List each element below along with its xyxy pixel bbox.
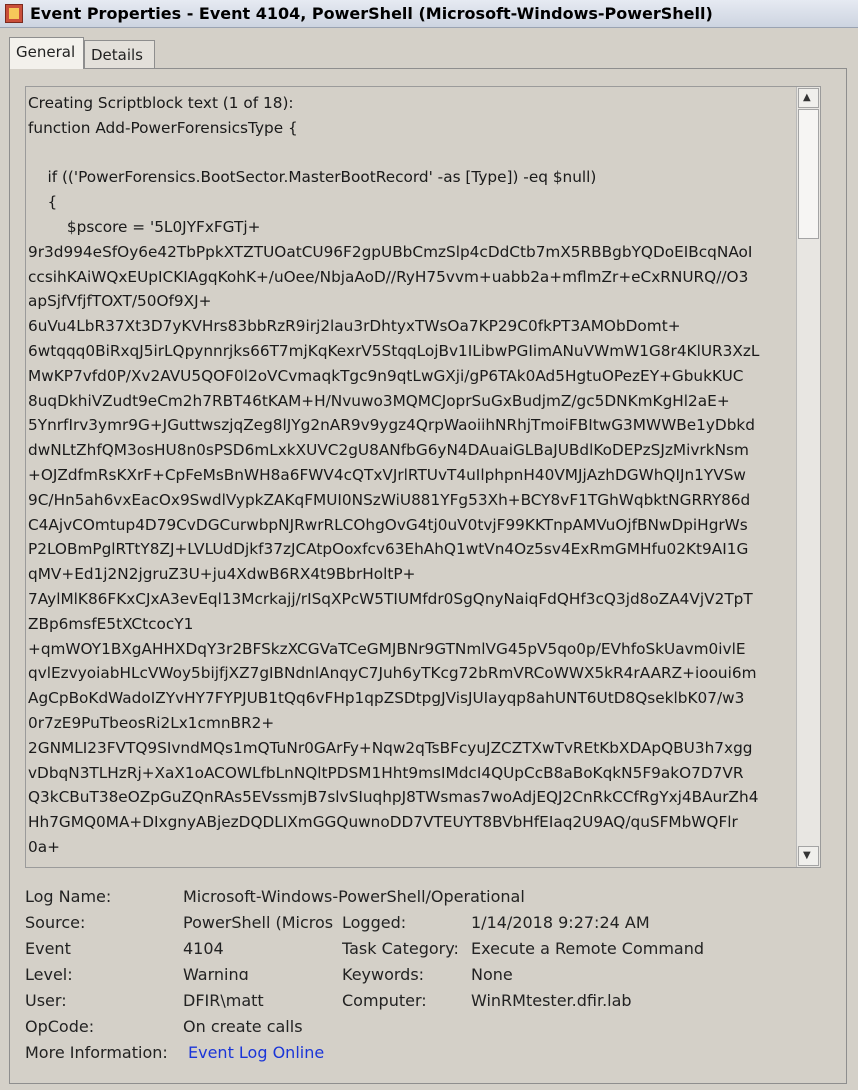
event-text-line: { (28, 193, 58, 212)
title-bar[interactable]: Event Properties - Event 4104, PowerShel… (0, 0, 858, 28)
event-text-line: qMV+Ed1j2N2jgruZ3U+ju4XdwB6RX4t9BbrHoltP… (28, 565, 416, 584)
arrow-down-icon: ▼ (803, 850, 811, 861)
task-category-label: Task Category: (342, 939, 459, 958)
event-text-line: 5YnrfIrv3ymr9G+JGuttwszjqZeg8lJYg2nAR9v9… (28, 416, 755, 435)
keywords-label: Keywords: (342, 965, 425, 984)
logged-label: Logged: (342, 913, 407, 932)
event-text-line: ZBp6msfE5tXCtcocY1 (28, 614, 194, 633)
window-title: Event Properties - Event 4104, PowerShel… (30, 4, 713, 23)
scrollbar-thumb[interactable] (798, 109, 819, 239)
event-id-label: Event (25, 939, 71, 958)
computer-value: WinRMtester.dfir.lab (471, 991, 632, 1010)
task-category-value: Execute a Remote Command (471, 939, 705, 958)
event-description-textbox[interactable]: Creating Scriptblock text (1 of 18): func… (25, 86, 821, 868)
user-label: User: (25, 991, 67, 1010)
event-text-line: $pscore = '5L0JYFxFGTj+ (28, 217, 261, 236)
keywords-value: None (471, 965, 513, 984)
event-text-line: if (('PowerForensics.BootSector.MasterBo… (28, 168, 597, 187)
event-log-online-link[interactable]: Event Log Online (188, 1043, 324, 1062)
event-description-text: Creating Scriptblock text (1 of 18): func… (28, 91, 792, 860)
log-name-value: Microsoft-Windows-PowerShell/Operational (183, 887, 525, 906)
event-text-line: 7AylMlK86FKxCJxA3evEql13Mcrkajj/rISqXPcW… (28, 589, 753, 608)
event-text-line: apSjfVfjfTOXT/50Of9XJ+ (28, 292, 212, 311)
event-text-line: dwNLtZhfQM3osHU8n0sPSD6mLxkXUVC2gU8ANfbG… (28, 441, 749, 460)
arrow-up-icon: ▲ (803, 92, 811, 103)
event-text-line: 9C/Hn5ah6vxEacOx9SwdlVypkZAKqFMUI0NSzWiU… (28, 490, 751, 509)
event-text-line: +qmWOY1BXgAHHXDqY3r2BFSkzXCGVaTCeGMJBNr9… (28, 639, 746, 658)
event-text-line: Hh7GMQ0MA+DIxgnyABjezDQDLIXmGGQuwnoDD7VT… (28, 813, 738, 832)
vertical-scrollbar[interactable]: ▲ ▼ (796, 87, 820, 867)
event-text-line: 6wtqqq0BiRxqJ5irLQpynnrjks66T7mjKqKexrV5… (28, 341, 760, 360)
event-text-line: 0r7zE9PuTbeosRi2Lx1cmnBR2+ (28, 713, 275, 732)
event-id-value: 4104 (183, 939, 224, 958)
event-text-line: P2LOBmPglRTtY8ZJ+LVLUdDjkf37zJCAtpOoxfcv… (28, 540, 749, 559)
opcode-value: On create calls (183, 1017, 303, 1036)
source-value: PowerShell (Micros (183, 913, 334, 932)
event-text-line: function Add-PowerForensicsType { (28, 118, 298, 137)
event-text-line: ccsihKAiWQxEUpICKIAgqKohK+/uOee/NbjaAoD/… (28, 267, 749, 286)
event-text-line (28, 141, 792, 166)
event-text-line: 0a+ (28, 837, 60, 856)
event-text-line: Q3kCBuT38eOZpGuZQnRAs5EVssmjB7slvSIuqhpJ… (28, 788, 759, 807)
logged-value: 1/14/2018 9:27:24 AM (471, 913, 650, 932)
event-viewer-icon (5, 4, 23, 23)
event-text-line: qvlEzvyoiabHLcVWoy5bijfjXZ7gIBNdnlAnqyC7… (28, 664, 757, 683)
level-label: Level: (25, 965, 73, 984)
computer-label: Computer: (342, 991, 427, 1010)
level-value: Warning (183, 965, 249, 980)
source-label: Source: (25, 913, 86, 932)
scroll-down-button[interactable]: ▼ (798, 846, 819, 866)
opcode-label: OpCode: (25, 1017, 95, 1036)
event-text-line: vDbqN3TLHzRj+XaX1oACOWLfbLnNQltPDSM1Hht9… (28, 763, 744, 782)
event-text-line: 6uVu4LbR37Xt3D7yKVHrs83bbRzR9irj2lau3rDh… (28, 317, 681, 336)
event-text-line: C4AjvCOmtup4D79CvDGCurwbpNJRwrRLCOhgOvG4… (28, 515, 748, 534)
event-text-line: 9r3d994eSfOy6e42TbPpkXTZTUOatCU96F2gpUBb… (28, 242, 753, 261)
more-info-label: More Information: (25, 1043, 168, 1062)
event-text-line: AgCpBoKdWadoIZYvHY7FYPJUB1tQq6vFHp1qpZSD… (28, 689, 745, 708)
event-text-line: MwKP7vfd0P/Xv2AVU5QOF0l2oVCvmaqkTgc9n9qt… (28, 366, 744, 385)
event-text-line: 2GNMLI23FVTQ9SIvndMQs1mQTuNr0GArFy+Nqw2q… (28, 738, 753, 757)
tab-details[interactable]: Details (84, 40, 155, 68)
user-value: DFIR\matt (183, 991, 264, 1010)
log-name-label: Log Name: (25, 887, 112, 906)
event-text-line: +OJZdfmRsKXrF+CpFeMsBnWH8a6FWV4cQTxVJrlR… (28, 465, 746, 484)
general-panel: Creating Scriptblock text (1 of 18): func… (9, 68, 847, 1084)
event-text-line: 8uqDkhiVZudt9eCm2h7RBT46tKAM+H/Nvuwo3MQM… (28, 391, 730, 410)
event-text-line: Creating Scriptblock text (1 of 18): (28, 94, 294, 112)
scroll-up-button[interactable]: ▲ (798, 88, 819, 108)
tab-general[interactable]: General (9, 37, 84, 69)
